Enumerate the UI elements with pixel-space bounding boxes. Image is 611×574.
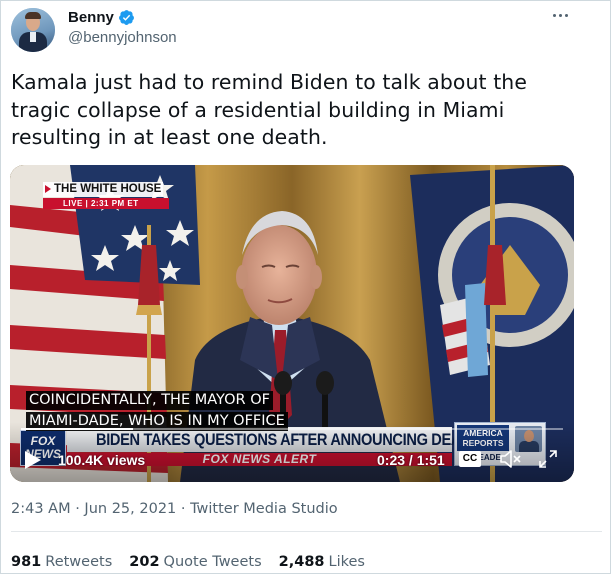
progress-fill [21,428,134,430]
retweets-count: 981 [11,554,42,570]
fullscreen-icon[interactable] [538,449,558,469]
caption-line-1: COINCIDENTALLY, THE MAYOR OF [26,391,273,410]
bug-title: THE WHITE HOUSE [43,182,163,197]
progress-bar[interactable] [21,428,563,430]
author-name-row: Benny [68,9,135,26]
quote-tweets-stat[interactable]: 202 Quote Tweets [129,554,261,570]
likes-stat[interactable]: 2,488 Likes [279,554,365,570]
tweet-text: Kamala just had to remind Biden to talk … [11,70,527,149]
timestamp-link[interactable]: 2:43 AM · Jun 25, 2021 · Twitter Media S… [11,501,338,517]
verified-badge-icon [118,10,134,25]
author-handle[interactable]: @bennyjohnson [68,29,177,46]
tweet-timestamp[interactable]: 2:43 AM · Jun 25, 2021 · Twitter Media S… [11,501,338,517]
avatar[interactable] [11,8,55,52]
video-time: 0:23 / 1:51 [377,452,445,468]
likes-count: 2,488 [278,554,325,570]
play-icon[interactable] [24,450,42,470]
view-count: 100.4K views [58,452,146,468]
video-player[interactable]: THE WHITE HOUSE LIVE | 2:31 PM ET FOX NE… [10,165,574,482]
closed-captions-button[interactable]: CC [459,451,481,467]
quotes-count: 202 [129,554,160,570]
quotes-label: Quote Tweets [163,554,262,570]
more-options-icon[interactable] [548,6,572,24]
retweets-stat[interactable]: 981 Retweets [11,554,112,570]
volume-muted-icon[interactable] [500,449,522,469]
bug-live: LIVE | 2:31 PM ET [43,198,169,209]
divider [11,531,602,532]
live-bug: THE WHITE HOUSE LIVE | 2:31 PM ET [43,182,169,210]
retweets-label: Retweets [45,554,113,570]
display-name[interactable]: Benny [68,9,114,26]
tweet-card: Benny @bennyjohnson Kamala just had to r… [0,0,611,574]
likes-label: Likes [328,554,365,570]
engagement-stats: 981 Retweets 202 Quote Tweets 2,488 Likes [11,554,365,570]
